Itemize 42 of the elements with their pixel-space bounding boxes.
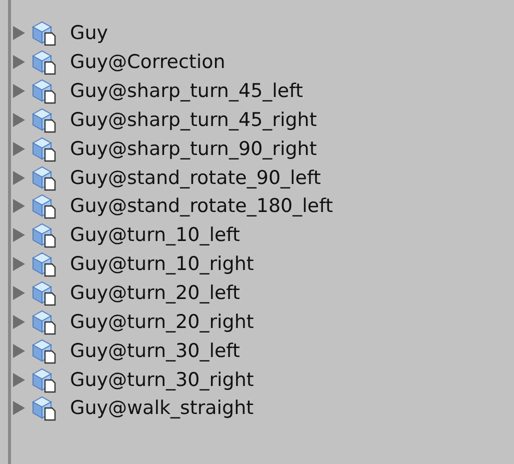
- collapsed-triangle-icon[interactable]: [13, 314, 25, 329]
- asset-name[interactable]: Guy@turn_10_left: [70, 224, 240, 246]
- collapsed-triangle-icon[interactable]: [13, 142, 25, 156]
- collapsed-triangle-icon[interactable]: [13, 372, 25, 387]
- collapsed-triangle-icon[interactable]: [13, 344, 25, 358]
- cube-file-icon: [31, 366, 57, 393]
- cube-file-icon: [31, 136, 57, 162]
- asset-name[interactable]: Guy@turn_20_right: [70, 310, 254, 333]
- cube-file-icon: [31, 193, 57, 220]
- collapsed-triangle-icon[interactable]: [13, 257, 25, 272]
- collapsed-triangle-icon[interactable]: [13, 55, 25, 70]
- cube-file-icon: [31, 49, 57, 76]
- collapsed-triangle-icon[interactable]: [13, 170, 25, 185]
- asset-name[interactable]: Guy@turn_20_left: [70, 282, 240, 304]
- collapsed-triangle-icon[interactable]: [13, 401, 25, 416]
- asset-name[interactable]: Guy: [70, 22, 108, 44]
- collapsed-triangle-icon[interactable]: [13, 228, 25, 242]
- asset-name[interactable]: Guy@sharp_turn_45_left: [70, 80, 303, 102]
- asset-name[interactable]: Guy@sharp_turn_45_right: [70, 108, 317, 131]
- cube-file-icon: [31, 338, 57, 364]
- cube-file-icon: [31, 280, 57, 306]
- cube-file-icon: [31, 308, 57, 335]
- cube-file-icon: [31, 20, 57, 46]
- cube-file-icon: [31, 106, 57, 133]
- collapsed-triangle-icon[interactable]: [13, 199, 25, 214]
- asset-name[interactable]: Guy@turn_30_right: [70, 368, 254, 391]
- asset-name[interactable]: Guy@stand_rotate_90_left: [70, 166, 321, 189]
- asset-name[interactable]: Guy@sharp_turn_90_right: [70, 138, 317, 160]
- asset-name[interactable]: Guy@walk_straight: [70, 397, 254, 420]
- collapsed-triangle-icon[interactable]: [13, 84, 25, 98]
- asset-name[interactable]: Guy@turn_30_left: [70, 340, 240, 362]
- cube-file-icon: [31, 395, 57, 422]
- cube-file-icon: [31, 222, 57, 248]
- cube-file-icon: [31, 78, 57, 104]
- collapsed-triangle-icon[interactable]: [13, 26, 25, 40]
- collapsed-triangle-icon[interactable]: [13, 286, 25, 300]
- cube-file-icon: [31, 251, 57, 278]
- cube-file-icon: [31, 164, 57, 191]
- asset-name[interactable]: Guy@turn_10_right: [70, 253, 254, 276]
- asset-name[interactable]: Guy@stand_rotate_180_left: [70, 195, 333, 218]
- asset-name[interactable]: Guy@Correction: [70, 51, 226, 74]
- collapsed-triangle-icon[interactable]: [13, 112, 25, 127]
